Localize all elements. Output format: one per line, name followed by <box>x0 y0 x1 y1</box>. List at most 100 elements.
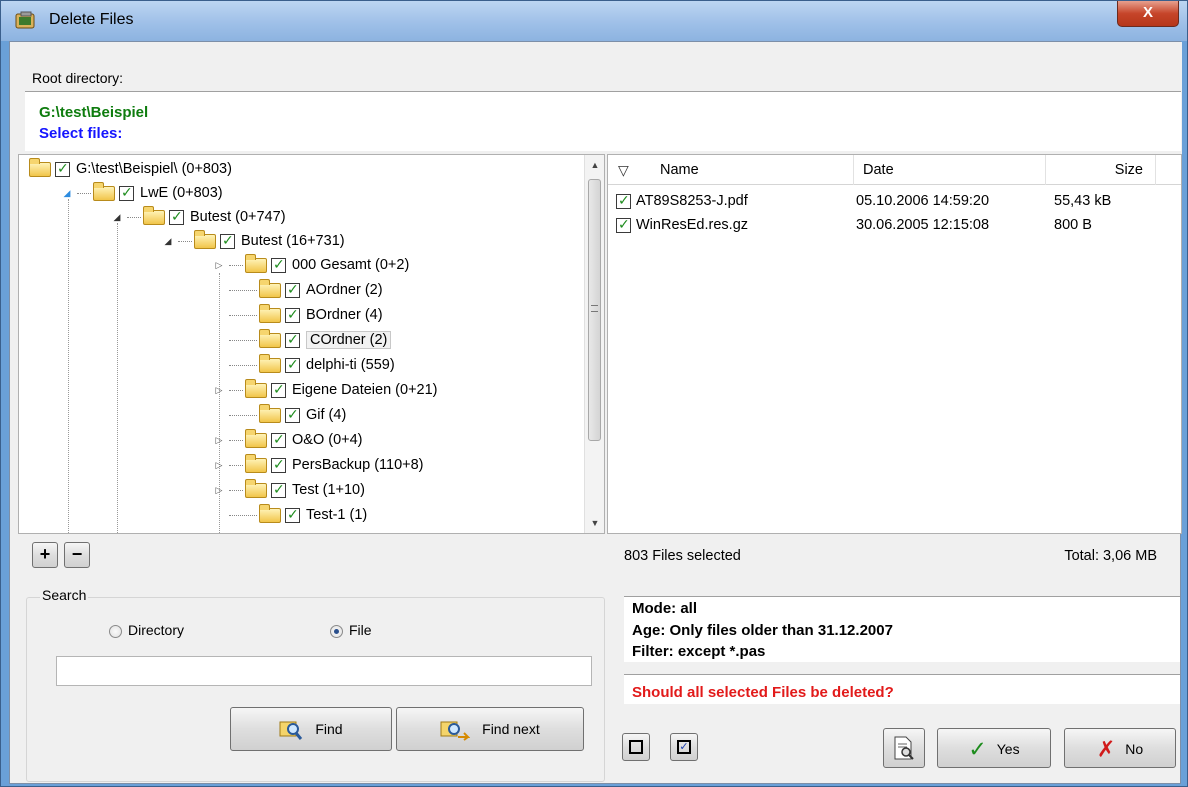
tree-node-label: 000 Gesamt (0+2) <box>292 257 410 273</box>
preview-button[interactable] <box>883 728 925 768</box>
folder-icon <box>259 403 281 423</box>
search-legend: Search <box>40 587 89 603</box>
no-button[interactable]: ✗ No <box>1064 728 1176 768</box>
node-checkbox[interactable] <box>271 456 286 473</box>
node-checkbox[interactable] <box>285 506 300 523</box>
node-checkbox[interactable] <box>285 281 300 298</box>
expand-arrow-icon[interactable]: ▷ <box>213 460 225 471</box>
folder-tree[interactable]: G:\test\Beispiel\ (0+803) ◢ LwE (0+803) … <box>18 154 605 534</box>
select-all-button[interactable]: ✓ <box>670 733 698 761</box>
node-checkbox[interactable] <box>271 256 286 273</box>
file-checkbox[interactable] <box>616 216 631 233</box>
sort-arrow-icon[interactable]: ▽ <box>618 155 629 185</box>
node-checkbox[interactable] <box>271 481 286 498</box>
expand-all-button[interactable]: + <box>32 542 58 568</box>
file-checkbox[interactable] <box>616 192 631 209</box>
file-list[interactable]: ▽ Name Date Size AT89S8253-J.pdf 05.10.2… <box>607 154 1182 534</box>
expand-arrow-icon[interactable]: ▷ <box>213 485 225 496</box>
find-next-label: Find next <box>482 721 540 737</box>
tree-node[interactable]: ▷ Test (1+10) <box>213 478 365 502</box>
column-header-date[interactable]: Date <box>854 155 1046 185</box>
tree-node[interactable]: BOrdner (4) <box>229 303 383 327</box>
tree-node[interactable]: ◢ Butest (0+747) <box>111 205 286 229</box>
radio-file[interactable]: File <box>330 622 372 638</box>
root-directory-panel: Root directory: G:\test\Beispiel Select … <box>10 42 1182 154</box>
yes-label: Yes <box>996 741 1020 758</box>
find-label: Find <box>315 721 343 737</box>
column-header-size[interactable]: Size <box>1046 155 1156 185</box>
radio-directory-icon[interactable] <box>109 624 122 638</box>
yes-button[interactable]: ✓ Yes <box>937 728 1051 768</box>
expand-arrow-icon[interactable]: ▷ <box>213 260 225 271</box>
tree-node[interactable]: AOrdner (2) <box>229 278 383 302</box>
tree-connector <box>229 439 243 441</box>
title-bar[interactable]: Delete Files X <box>1 1 1187 41</box>
client-area: Root directory: G:\test\Beispiel Select … <box>9 41 1182 784</box>
expand-arrow-icon[interactable]: ◢ <box>61 188 73 199</box>
node-checkbox[interactable] <box>119 184 134 201</box>
tree-connector <box>77 192 91 194</box>
file-row[interactable]: AT89S8253-J.pdf 05.10.2006 14:59:20 55,4… <box>608 191 1181 213</box>
tree-node[interactable]: delphi-ti (559) <box>229 353 395 377</box>
tree-node[interactable]: Gif (4) <box>229 403 346 427</box>
scroll-down-icon[interactable]: ▼ <box>585 513 604 533</box>
deselect-all-button[interactable] <box>622 733 650 761</box>
node-checkbox[interactable] <box>285 306 300 323</box>
close-button[interactable]: X <box>1117 1 1179 27</box>
delete-question: Should all selected Files be deleted? <box>624 674 1180 704</box>
node-checkbox[interactable] <box>285 356 300 373</box>
tree-node[interactable]: COrdner (2) <box>229 328 392 352</box>
tree-node-label: Gif (4) <box>306 407 347 423</box>
tree-node[interactable]: ▷ O&O (0+4) <box>213 428 363 452</box>
collapse-all-button[interactable]: − <box>64 542 90 568</box>
find-next-button[interactable]: Find next <box>396 707 584 751</box>
collapse-arrow-icon[interactable]: ◢ <box>162 236 174 247</box>
folder-icon <box>245 428 267 448</box>
folder-icon <box>245 378 267 398</box>
tree-scrollbar[interactable]: ▲ ▼ <box>584 155 604 533</box>
tree-node[interactable]: ◢ Butest (16+731) <box>162 229 345 253</box>
tree-node-label: Eigene Dateien (0+21) <box>292 382 438 398</box>
root-path-text: G:\test\Beispiel <box>39 104 149 121</box>
expand-arrow-icon[interactable]: ▷ <box>213 435 225 446</box>
tree-node[interactable]: ▷ PersBackup (110+8) <box>213 453 424 477</box>
column-header-name[interactable]: Name <box>660 155 854 185</box>
node-checkbox[interactable] <box>271 381 286 398</box>
node-checkbox[interactable] <box>55 160 70 177</box>
tree-node-label: Butest (16+731) <box>241 233 345 249</box>
find-button[interactable]: Find <box>230 707 392 751</box>
node-checkbox[interactable] <box>285 331 300 348</box>
tree-connector <box>178 240 192 242</box>
node-checkbox[interactable] <box>285 406 300 423</box>
file-row[interactable]: WinResEd.res.gz 30.06.2005 12:15:08 800 … <box>608 215 1181 237</box>
tree-node-label: O&O (0+4) <box>292 432 363 448</box>
tree-connector <box>229 414 257 416</box>
scroll-up-icon[interactable]: ▲ <box>585 155 604 175</box>
select-files-label: Select files: <box>39 125 123 142</box>
node-checkbox[interactable] <box>271 431 286 448</box>
node-checkbox[interactable] <box>169 208 184 225</box>
expand-arrow-icon[interactable]: ▷ <box>213 385 225 396</box>
radio-directory[interactable]: Directory <box>109 622 184 638</box>
folder-icon <box>259 278 281 298</box>
file-name: AT89S8253-J.pdf <box>636 193 748 209</box>
node-checkbox[interactable] <box>220 232 235 249</box>
scroll-thumb[interactable] <box>588 179 601 441</box>
folder-icon <box>143 205 165 225</box>
filter-text: Filter: except *.pas <box>632 643 766 660</box>
tree-node[interactable]: ▷ 000 Gesamt (0+2) <box>213 253 409 277</box>
tree-connector <box>127 216 141 218</box>
tree-node[interactable]: ◢ LwE (0+803) <box>61 181 223 205</box>
tree-node[interactable]: ▷ Eigene Dateien (0+21) <box>213 378 438 402</box>
tree-node[interactable]: G:\test\Beispiel\ (0+803) <box>29 157 232 181</box>
folder-icon <box>29 157 51 177</box>
file-name: WinResEd.res.gz <box>636 217 749 233</box>
tree-connector <box>229 339 257 341</box>
tree-connector <box>229 389 243 391</box>
collapse-arrow-icon[interactable]: ◢ <box>111 212 123 223</box>
radio-file-icon[interactable] <box>330 624 343 638</box>
search-input[interactable] <box>56 656 592 686</box>
mode-text: Mode: all <box>632 600 698 617</box>
total-size-status: Total: 3,06 MB <box>1064 548 1157 564</box>
tree-node[interactable]: Test-1 (1) <box>229 503 367 527</box>
